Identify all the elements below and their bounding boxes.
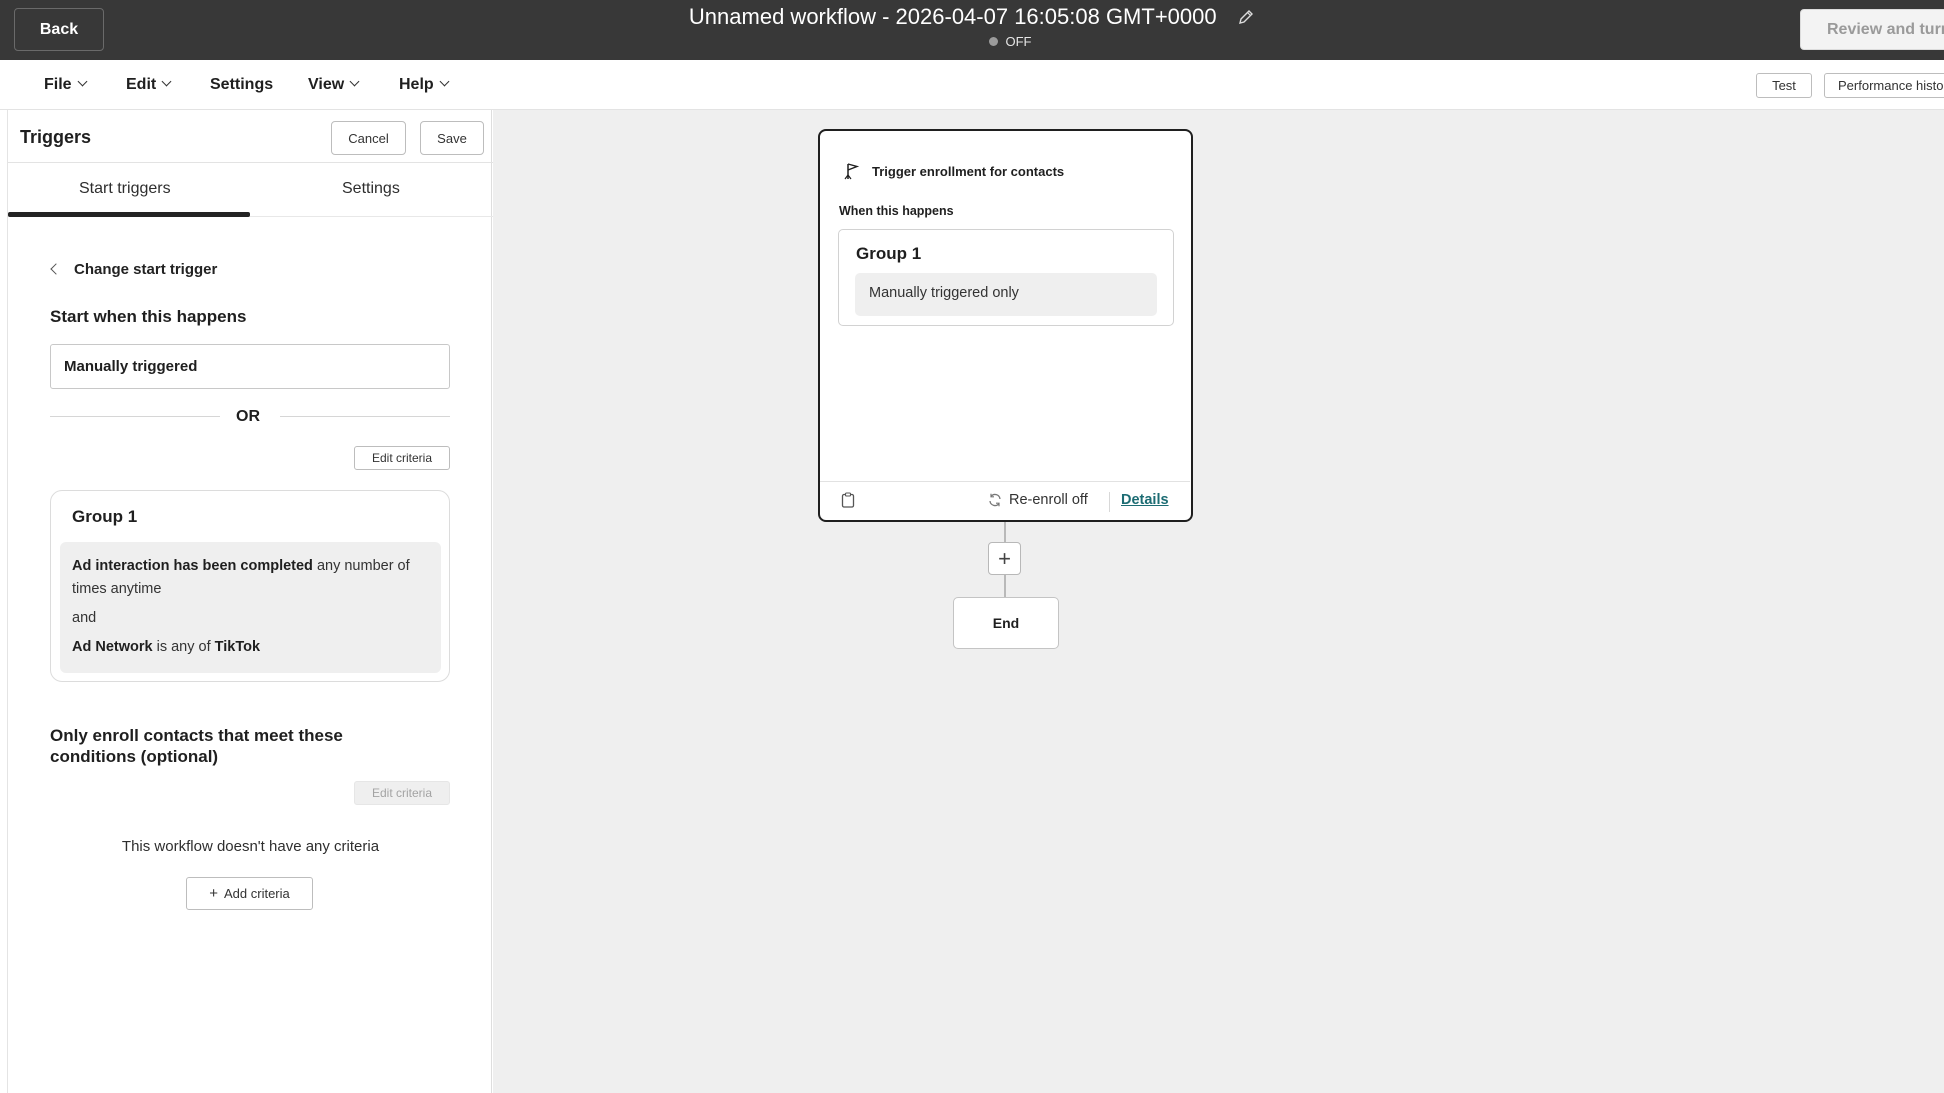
workflow-status: OFF [0,34,1944,49]
enroll-conditions-heading: Only enroll contacts that meet these con… [50,726,343,766]
menu-file[interactable]: File [44,76,88,94]
triggers-panel: Triggers Cancel Save Start triggers Sett… [7,110,493,1093]
status-text: OFF [1005,34,1032,49]
or-separator: OR [236,408,260,425]
divider [1109,492,1110,512]
tab-settings[interactable]: Settings [342,180,400,198]
and-label: and [72,610,97,626]
workflow-title-wrap: Unnamed workflow - 2026-04-07 16:05:08 G… [0,4,1944,30]
menu-edit[interactable]: Edit [126,76,172,94]
connector-line [1004,575,1006,597]
condition-property: Ad interaction has been completed [72,558,313,574]
chevron-down-icon [77,76,88,87]
edit-criteria-button-disabled: Edit criteria [354,781,450,805]
top-bar: Back Unnamed workflow - 2026-04-07 16:05… [0,0,1944,60]
trigger-group-title: Group 1 [856,244,922,263]
change-start-trigger-label: Change start trigger [74,261,218,278]
end-node: End [953,597,1059,649]
review-and-turn-on-button[interactable]: Review and turn [1800,9,1944,50]
pencil-icon[interactable] [1237,8,1255,26]
trigger-card[interactable]: Trigger enrollment for contacts When thi… [818,129,1193,522]
trigger-group: Group 1 Manually triggered only [838,229,1174,326]
performance-history-button[interactable]: Performance histo [1824,73,1944,98]
divider [8,162,493,163]
menu-edit-label: Edit [126,76,157,93]
cancel-button[interactable]: Cancel [331,121,406,155]
selected-trigger[interactable]: Manually triggered [50,344,450,389]
group-title: Group 1 [72,507,138,526]
details-link[interactable]: Details [1121,492,1169,508]
group-conditions: Ad interaction has been completed any nu… [60,542,441,673]
menu-view[interactable]: View [308,76,360,94]
when-this-happens-label: When this happens [839,204,954,218]
reenroll-status: Re-enroll off [1009,492,1088,508]
divider [280,416,450,417]
chevron-down-icon [439,76,450,87]
chevron-left-icon [50,263,62,275]
no-criteria-message: This workflow doesn't have any criteria [121,838,380,855]
chevron-down-icon [349,76,360,87]
save-button[interactable]: Save [420,121,484,155]
test-button[interactable]: Test [1756,73,1812,98]
condition-ad-network: Ad Network is any of TikTok [72,636,429,659]
chevron-down-icon [161,76,172,87]
menu-settings-label: Settings [210,76,274,93]
status-dot-icon [988,37,998,46]
refresh-icon [987,492,1003,508]
add-action-button[interactable]: + [988,542,1021,575]
start-when-heading: Start when this happens [50,307,247,326]
add-criteria-button[interactable]: + Add criteria [186,877,313,910]
menu-settings[interactable]: Settings [210,76,273,94]
connector-line [1004,522,1006,542]
menu-help[interactable]: Help [399,76,450,94]
workflow-title[interactable]: Unnamed workflow - 2026-04-07 16:05:08 G… [689,4,1217,29]
active-tab-indicator [8,212,250,217]
plus-icon: + [209,885,218,902]
tab-start-triggers[interactable]: Start triggers [79,180,171,198]
panel-title: Triggers [20,127,92,147]
condition-ad-interaction: Ad interaction has been completed any nu… [72,555,429,601]
change-start-trigger-link[interactable]: Change start trigger [50,261,218,278]
condition-operator: is any of [152,639,215,655]
add-criteria-label: Add criteria [224,886,290,901]
condition-property: Ad Network [72,639,153,655]
edit-criteria-button[interactable]: Edit criteria [354,446,450,470]
menu-file-label: File [44,76,72,93]
divider [50,416,220,417]
menu-bar: File Edit Settings View Help [0,60,1944,110]
flag-icon [844,162,860,180]
condition-value: TikTok [214,639,261,655]
workflow-canvas[interactable] [493,110,1944,1093]
trigger-card-title: Trigger enrollment for contacts [872,164,1065,179]
trigger-group-item: Manually triggered only [855,273,1157,316]
clipboard-icon[interactable] [841,492,855,508]
menu-help-label: Help [399,76,434,93]
menu-view-label: View [308,76,345,93]
divider [820,481,1190,482]
criteria-group-card: Group 1 Ad interaction has been complete… [50,490,450,682]
